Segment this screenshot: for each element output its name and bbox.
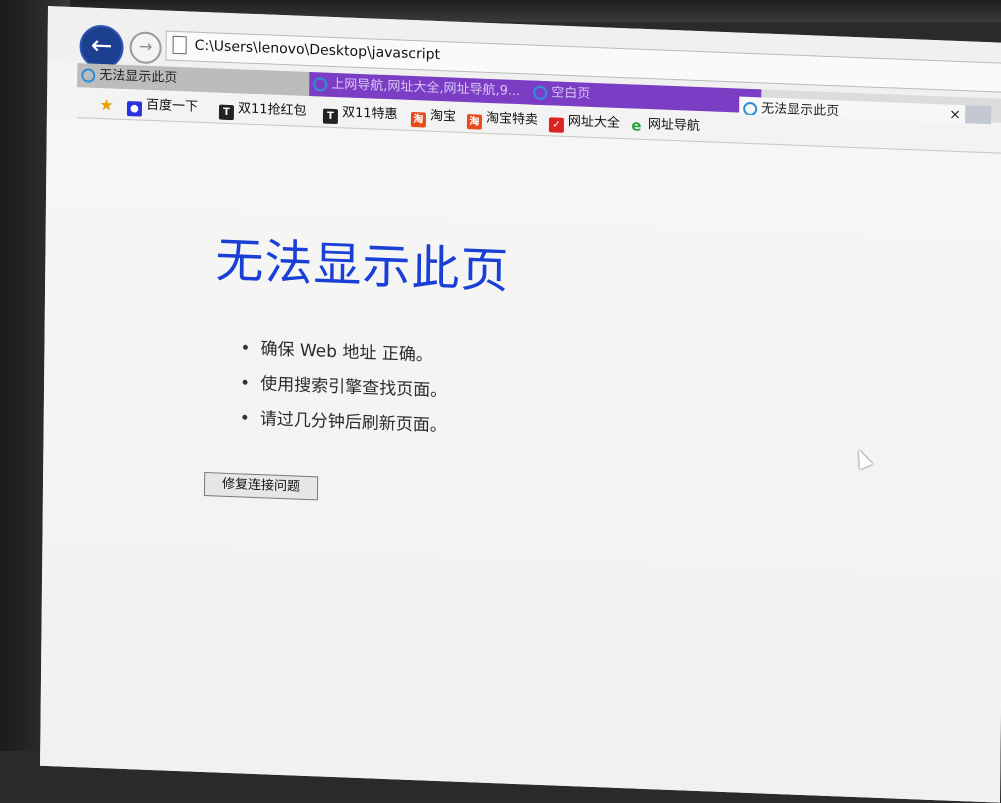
page-title: 无法显示此页 xyxy=(215,232,510,300)
fav-taobao-sale[interactable]: 淘淘宝特卖 xyxy=(466,109,539,132)
fav-label: 百度一下 xyxy=(145,97,199,115)
fav-double11-deals[interactable]: T 双11特惠 xyxy=(322,104,398,127)
favorites-star-icon: ★ xyxy=(99,94,114,115)
tmall-icon: T xyxy=(218,104,235,121)
page-icon xyxy=(172,35,187,55)
fav-label: 淘宝 xyxy=(429,108,457,125)
suggestion-list: 确保 Web 地址 正确。 使用搜索引擎查找页面。 请过几分钟后刷新页面。 xyxy=(240,331,448,444)
list-item: 请过几分钟后刷新页面。 xyxy=(240,401,447,444)
fav-double11-redpacket[interactable]: T 双11抢红包 xyxy=(218,100,307,123)
tab-title: 上网导航,网址大全,网址导航,9... xyxy=(331,76,521,100)
tab-title: 空白页 xyxy=(551,85,591,102)
fav-label: 网址大全 xyxy=(567,113,621,131)
taobao-icon: 淘 xyxy=(410,111,427,128)
mouse-cursor-icon xyxy=(852,447,873,470)
hao123-icon: ✓ xyxy=(548,117,565,133)
forward-button[interactable]: → xyxy=(129,31,162,65)
error-page: 无法显示此页 确保 Web 地址 正确。 使用搜索引擎查找页面。 请过几分钟后刷… xyxy=(40,117,1001,803)
ie-icon xyxy=(533,85,548,101)
tab-title: 无法显示此页 xyxy=(99,67,178,86)
url-text[interactable]: C:\Users\lenovo\Desktop\javascript xyxy=(195,38,441,63)
back-arrow-icon: ← xyxy=(90,30,113,62)
fav-hao123[interactable]: ✓ 网址大全 xyxy=(548,112,621,135)
fav-label: 双11特惠 xyxy=(341,105,398,123)
ie-icon: e xyxy=(631,116,642,135)
browser-window: ← → C:\Users\lenovo\Desktop\javascript 无… xyxy=(40,6,1001,803)
fav-taobao[interactable]: 淘淘宝 xyxy=(410,107,457,129)
forward-arrow-icon: → xyxy=(138,36,153,57)
page-icon xyxy=(313,77,328,92)
fav-baidu[interactable]: ● 百度一下 xyxy=(126,96,199,119)
fav-navigation[interactable]: e 网址导航 xyxy=(629,115,700,136)
ie-icon xyxy=(81,68,96,83)
taobao-icon: 淘 xyxy=(466,114,483,130)
baidu-icon: ● xyxy=(126,101,143,117)
fav-label: 网址导航 xyxy=(647,117,701,135)
fav-label: 双11抢红包 xyxy=(237,101,307,119)
tmall-icon: T xyxy=(322,108,339,125)
favorites-button[interactable]: ★ xyxy=(99,94,118,115)
close-tab-button[interactable]: × xyxy=(949,107,961,123)
fix-connection-button[interactable]: 修复连接问题 xyxy=(203,472,319,501)
fav-label: 淘宝特卖 xyxy=(485,110,539,128)
